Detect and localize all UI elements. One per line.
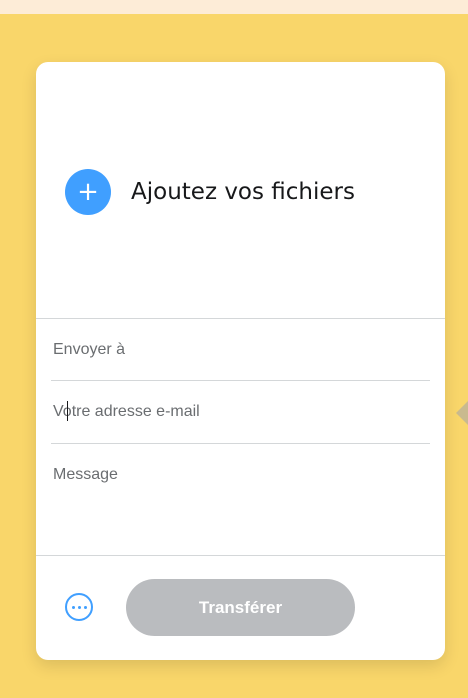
transfer-button[interactable]: Transférer	[126, 579, 355, 636]
transfer-card: + Ajoutez vos fichiers Transférer	[36, 62, 445, 660]
panel-edge-notch	[456, 401, 468, 425]
field-divider	[51, 443, 430, 444]
recipient-email-field[interactable]	[51, 337, 430, 363]
add-files-label: Ajoutez vos fichiers	[131, 179, 355, 205]
message-field[interactable]	[51, 465, 430, 545]
sender-email-field[interactable]	[51, 399, 430, 425]
upload-divider	[36, 318, 445, 319]
footer-divider	[36, 555, 445, 556]
field-divider	[51, 380, 430, 381]
add-files-button[interactable]: + Ajoutez vos fichiers	[65, 167, 355, 217]
text-cursor	[67, 401, 68, 421]
more-options-icon[interactable]	[65, 593, 93, 621]
top-banner-strip	[0, 0, 468, 14]
plus-icon: +	[65, 169, 111, 215]
